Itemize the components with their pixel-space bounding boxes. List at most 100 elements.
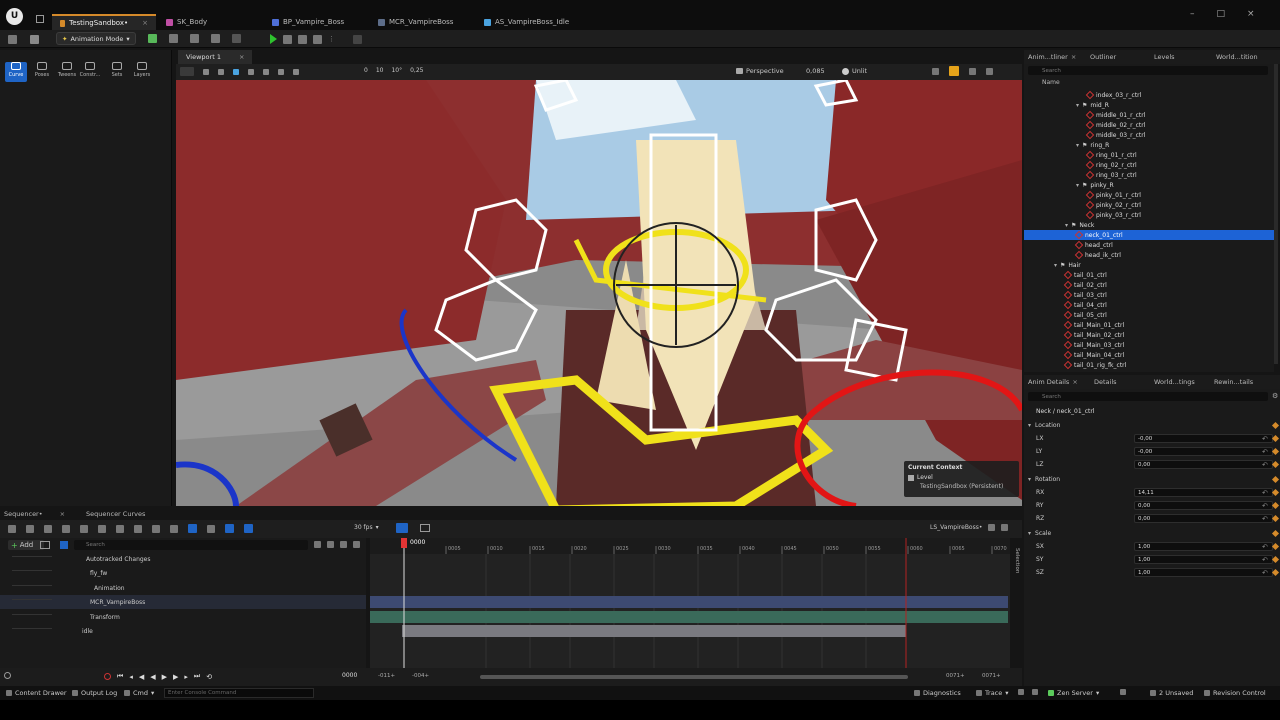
poses-tool[interactable]: Poses [31, 62, 53, 82]
sequence-name[interactable]: LS_VampireBoss• [930, 524, 982, 531]
settings-icon[interactable]: ⚙ [1272, 392, 1278, 400]
cmd-dropdown[interactable]: Cmd ▾ [124, 689, 154, 697]
property-value-input[interactable]: 1,00 [1134, 568, 1273, 577]
keyframe-icon[interactable] [1271, 542, 1280, 551]
keyframe-icon[interactable] [1271, 421, 1280, 430]
outliner-control[interactable]: pinky_02_r_ctrl [1024, 200, 1274, 210]
outliner-control[interactable]: tail_Main_02_ctrl [1024, 330, 1274, 340]
tab-bp-vampire-boss[interactable]: BP_Vampire_Boss [264, 14, 374, 30]
move-icon[interactable] [218, 68, 224, 75]
chevron-down-icon[interactable]: ▾ [1076, 102, 1079, 109]
curve-editor-icon[interactable] [396, 523, 408, 533]
outliner-control[interactable]: tail_03_ctrl [1024, 290, 1274, 300]
track-row[interactable]: fly_fw [0, 566, 366, 580]
loop-icon[interactable]: ⟲ [206, 673, 212, 681]
surface-snap-icon[interactable] [278, 68, 284, 75]
view-mode-dropdown[interactable]: Unlit [842, 67, 867, 75]
jump-end-icon[interactable]: ⏭ [194, 672, 200, 681]
play-icon[interactable] [270, 34, 277, 44]
outliner-search-input[interactable]: Search [1028, 66, 1268, 75]
revision-control-button[interactable]: Revision Control [1204, 689, 1266, 697]
outliner-control[interactable]: tail_Main_04_ctrl [1024, 350, 1274, 360]
keyframe-icon[interactable] [1271, 460, 1280, 469]
chevron-down-icon[interactable]: ▾ [1028, 476, 1031, 483]
reset-icon[interactable]: ↶ [1262, 448, 1268, 456]
show-icon[interactable] [932, 67, 939, 75]
outliner-group[interactable]: ▾ ⚑ ring_R [1024, 140, 1274, 150]
outliner-control[interactable]: tail_04_ctrl [1024, 300, 1274, 310]
step-icon[interactable] [283, 34, 292, 44]
outliner-group[interactable]: ▾ ⚑ pinky_R [1024, 180, 1274, 190]
camera-speed[interactable]: 0,085 [806, 67, 825, 75]
key-options-icon[interactable] [152, 524, 160, 533]
outliner-control[interactable]: ring_02_r_ctrl [1024, 160, 1274, 170]
outliner-control[interactable]: pinky_03_r_ctrl [1024, 210, 1274, 220]
tab-as-vampire-boss-idle[interactable]: AS_VampireBoss_Idle [476, 14, 596, 30]
section-header-rotation[interactable]: ▾ Rotation [1024, 473, 1280, 486]
timeline-scrollbar[interactable] [480, 675, 908, 679]
range-start[interactable]: -011+ [378, 673, 395, 679]
prev-key-icon[interactable]: ◂ [129, 673, 133, 681]
reset-icon[interactable]: ↶ [1262, 543, 1268, 551]
close-icon[interactable]: × [239, 53, 244, 61]
filter-toggle-icon[interactable] [60, 541, 68, 549]
zen-server-button[interactable]: Zen Server ▾ [1048, 689, 1099, 697]
unsaved-button[interactable]: 2 Unsaved [1150, 689, 1193, 697]
tab-sequencer[interactable]: Sequencer• × [4, 508, 65, 520]
keyframe-icon[interactable] [1271, 447, 1280, 456]
property-value-input[interactable]: -0,00 [1134, 447, 1273, 456]
reset-icon[interactable]: ↶ [1262, 556, 1268, 564]
world-local-icon[interactable] [263, 68, 269, 75]
view-range-end[interactable]: 0071+ [946, 673, 965, 679]
trace-dropdown[interactable]: Trace ▾ [976, 689, 1009, 697]
track-row[interactable]: Animation [0, 581, 366, 595]
settings-icon[interactable] [969, 67, 976, 75]
info-icon[interactable] [4, 672, 11, 679]
outliner-group[interactable]: ▾ ⚑ Hair [1024, 260, 1274, 270]
chevron-down-icon[interactable]: ▾ [1065, 222, 1068, 229]
range-end[interactable]: 0071+ [982, 673, 1001, 679]
world-icon[interactable] [8, 524, 16, 533]
outliner-control[interactable]: tail_Main_01_ctrl [1024, 320, 1274, 330]
console-input[interactable]: Enter Console Command [164, 688, 314, 698]
output-log-button[interactable]: Output Log [72, 689, 117, 697]
record-icon[interactable] [104, 673, 111, 680]
visibility-icon[interactable] [327, 541, 334, 548]
chevron-down-icon[interactable]: ▾ [1076, 182, 1079, 189]
maximize-icon[interactable]: □ [1217, 9, 1226, 19]
track-visibility-icons[interactable] [12, 556, 52, 562]
content-browser-icon[interactable] [30, 35, 39, 44]
play-icon[interactable]: ▶ [162, 673, 167, 681]
close-window-icon[interactable]: × [1247, 9, 1255, 19]
play-reverse-icon[interactable]: ◀ [150, 673, 155, 681]
lock-icon[interactable] [988, 524, 996, 531]
next-key-icon[interactable]: ▸ [184, 673, 188, 681]
track-visibility-icons[interactable] [12, 570, 52, 576]
animation-mode-dropdown[interactable]: ✦ Animation Mode ▾ [56, 32, 136, 45]
property-value-input[interactable]: 0,00 [1134, 501, 1273, 510]
outliner-control[interactable]: middle_02_r_ctrl [1024, 120, 1274, 130]
reset-icon[interactable]: ↶ [1262, 461, 1268, 469]
prev-frame-icon[interactable]: ◀ [139, 673, 144, 681]
save-sequence-icon[interactable] [26, 524, 34, 533]
rotation-snap-value[interactable]: 10° [391, 67, 402, 74]
layout-icon[interactable] [986, 67, 993, 75]
collapse-icon[interactable] [314, 541, 321, 548]
track-row[interactable]: Autotracked Changes [0, 552, 366, 566]
outliner-control[interactable]: head_ctrl [1024, 240, 1274, 250]
more-options-icon[interactable]: ⋮ [328, 35, 335, 43]
tab-mcr-vampire-boss[interactable]: MCR_VampireBoss [370, 14, 478, 30]
tab-outliner[interactable]: Outliner [1090, 50, 1116, 64]
tab-anim-outliner[interactable]: Anim...tliner × [1028, 50, 1076, 64]
tab-rewind-details[interactable]: Rewin...tails [1214, 375, 1253, 389]
playback-options-icon[interactable] [134, 524, 142, 533]
chevron-down-icon[interactable]: ▾ [1054, 262, 1057, 269]
outliner-control[interactable]: middle_01_r_ctrl [1024, 110, 1274, 120]
list-icon[interactable] [340, 541, 347, 548]
filter-icon[interactable] [40, 541, 50, 549]
property-value-input[interactable]: 0,00 [1134, 460, 1273, 469]
section-header-scale[interactable]: ▾ Scale [1024, 527, 1280, 540]
options-icon[interactable] [1001, 524, 1009, 531]
actions-icon[interactable] [98, 524, 106, 533]
blueprint-menu-icon[interactable] [169, 34, 178, 43]
